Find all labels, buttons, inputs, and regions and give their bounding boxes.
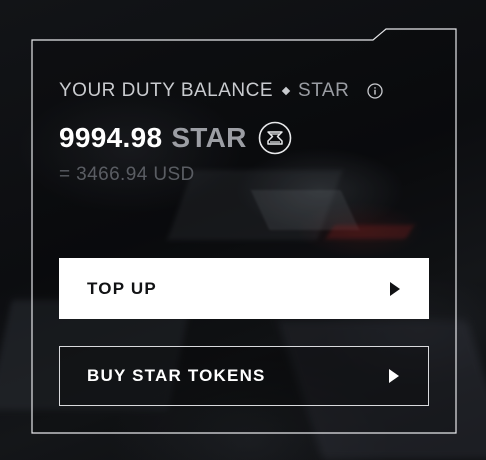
star-token-icon bbox=[258, 121, 291, 155]
balance-label-text: YOUR DUTY BALANCE bbox=[59, 80, 274, 101]
balance-panel: YOUR DUTY BALANCE STAR 9994.98 STAR = 34… bbox=[32, 40, 456, 433]
balance-heading: YOUR DUTY BALANCE STAR bbox=[59, 80, 349, 102]
background-scene: YOUR DUTY BALANCE STAR 9994.98 STAR = 34… bbox=[0, 0, 486, 460]
usd-equivalent: = 3466.94 USD bbox=[59, 164, 195, 185]
info-icon[interactable] bbox=[367, 83, 383, 99]
balance-amount-row: 9994.98 STAR bbox=[59, 121, 292, 155]
balance-label-unit: STAR bbox=[298, 80, 350, 101]
balance-amount-unit: STAR bbox=[171, 122, 247, 153]
buy-star-tokens-button[interactable]: BUY STAR TOKENS bbox=[59, 346, 429, 406]
top-up-button-label: TOP UP bbox=[87, 278, 157, 298]
caret-right-icon bbox=[389, 369, 399, 383]
top-up-button[interactable]: TOP UP bbox=[59, 258, 429, 319]
balance-amount: 9994.98 bbox=[59, 122, 163, 153]
diamond-separator-icon bbox=[281, 86, 291, 96]
buy-star-tokens-button-label: BUY STAR TOKENS bbox=[87, 366, 266, 385]
caret-right-icon bbox=[390, 281, 400, 296]
